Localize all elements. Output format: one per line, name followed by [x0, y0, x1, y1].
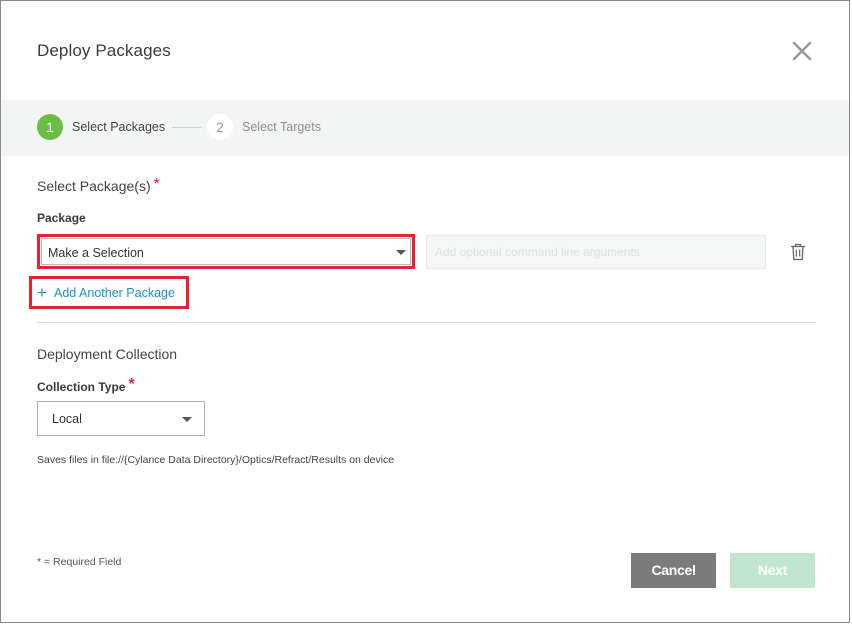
- package-select-value: Make a Selection: [48, 246, 144, 260]
- cancel-button[interactable]: Cancel: [631, 553, 716, 588]
- collection-help-text: Saves files in file://{Cylance Data Dire…: [37, 454, 395, 466]
- section-divider: [37, 322, 815, 323]
- trash-icon: [791, 243, 805, 261]
- collection-type-value: Local: [52, 412, 82, 426]
- deployment-collection-heading: Deployment Collection: [37, 346, 178, 362]
- required-field-note: * = Required Field: [37, 556, 122, 568]
- chevron-down-icon: [182, 417, 192, 422]
- collection-type-select[interactable]: Local: [37, 401, 205, 436]
- add-another-package-link[interactable]: + Add Another Package: [29, 276, 189, 309]
- deploy-packages-dialog: Deploy Packages 1 Select Packages 2 Sele…: [0, 0, 850, 623]
- select-packages-heading-text: Select Package(s): [37, 178, 151, 194]
- step-connector: [172, 127, 201, 128]
- command-line-args-input[interactable]: [426, 235, 766, 269]
- package-field-label: Package: [37, 211, 86, 225]
- chevron-down-icon: [396, 250, 406, 255]
- next-button[interactable]: Next: [730, 553, 815, 588]
- close-button[interactable]: [789, 38, 815, 64]
- package-select[interactable]: Make a Selection: [37, 234, 415, 269]
- select-packages-heading: Select Package(s) *: [37, 176, 160, 196]
- collection-type-label-text: Collection Type: [37, 380, 126, 394]
- delete-package-button[interactable]: [790, 243, 806, 261]
- step-2-label: Select Targets: [242, 120, 321, 134]
- required-asterisk: *: [153, 176, 160, 193]
- dialog-title: Deploy Packages: [37, 41, 171, 60]
- step-1-label: Select Packages: [72, 120, 166, 134]
- required-asterisk: *: [128, 376, 135, 393]
- collection-type-label: Collection Type *: [37, 376, 135, 396]
- stepper: 1 Select Packages 2 Select Targets: [1, 100, 849, 156]
- close-icon: [792, 41, 812, 61]
- step-2-indicator: 2: [207, 114, 233, 140]
- add-another-package-label: Add Another Package: [54, 286, 175, 300]
- plus-icon: +: [37, 283, 47, 302]
- step-1-indicator: 1: [37, 114, 63, 140]
